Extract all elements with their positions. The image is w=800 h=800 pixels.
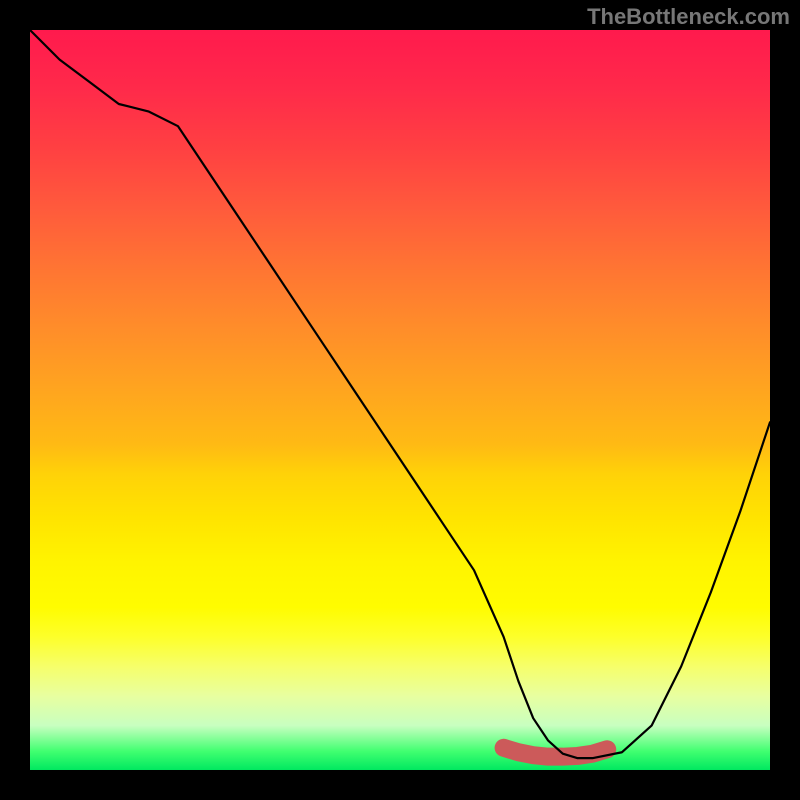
plot-area — [30, 30, 770, 770]
chart-svg — [30, 30, 770, 770]
optimal-zone-highlight — [504, 748, 608, 757]
watermark-text: TheBottleneck.com — [587, 4, 790, 30]
bottleneck-curve — [30, 30, 770, 758]
